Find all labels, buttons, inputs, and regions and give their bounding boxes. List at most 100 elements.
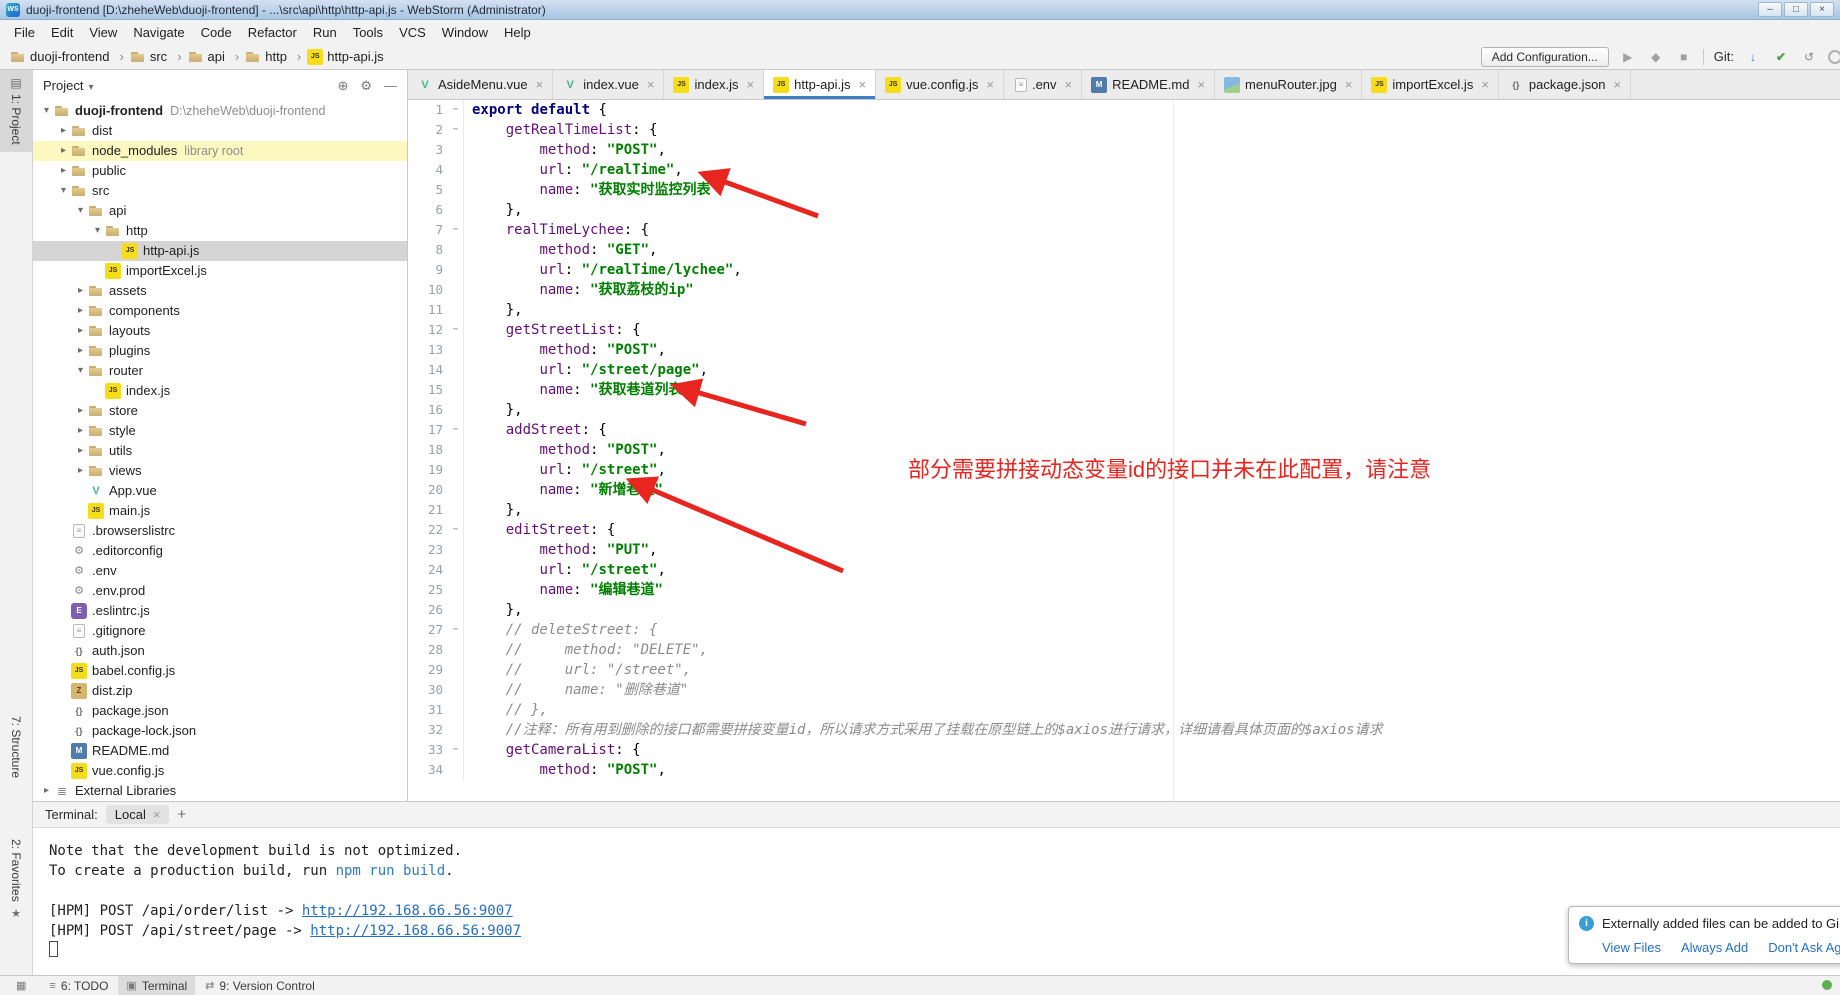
code-line-26[interactable]: 26 }, — [408, 600, 1840, 620]
code-line-30[interactable]: 30 // name: "删除巷道" — [408, 680, 1840, 700]
breadcrumb-item[interactable]: http-api.js — [305, 49, 385, 65]
tab-close-icon[interactable] — [1481, 77, 1489, 92]
tree-item-.env.prod[interactable]: .env.prod — [33, 581, 407, 601]
search-everywhere-icon[interactable] — [1828, 50, 1840, 64]
tree-item-node_modules[interactable]: node_moduleslibrary root — [33, 141, 407, 161]
notification-link[interactable]: Always Add — [1681, 940, 1748, 955]
tree-item-duoji-frontend[interactable]: duoji-frontendD:\zheheWeb\duoji-frontend — [33, 101, 407, 121]
chevron-collapsed-icon[interactable] — [56, 161, 71, 181]
tree-item-.gitignore[interactable]: .gitignore — [33, 621, 407, 641]
menu-item[interactable]: Tools — [345, 22, 391, 43]
code-line-23[interactable]: 23 method: "PUT", — [408, 540, 1840, 560]
menu-item[interactable]: Refactor — [240, 22, 305, 43]
chevron-collapsed-icon[interactable] — [73, 461, 88, 481]
chevron-collapsed-icon[interactable] — [56, 141, 71, 161]
terminal-tab-local[interactable]: Local — [106, 805, 170, 824]
fold-marker-icon[interactable]: − — [448, 620, 464, 640]
tree-item-External Libraries[interactable]: External Libraries — [33, 781, 407, 801]
chevron-collapsed-icon[interactable] — [56, 121, 71, 141]
tree-item-App.vue[interactable]: App.vue — [33, 481, 407, 501]
fold-marker-icon[interactable]: − — [448, 220, 464, 240]
code-line-22[interactable]: 22− editStreet: { — [408, 520, 1840, 540]
editor-tab[interactable]: importExcel.js — [1362, 70, 1499, 99]
breadcrumb-item[interactable]: http — [243, 49, 303, 65]
tab-close-icon[interactable] — [1614, 77, 1622, 92]
fold-marker-icon[interactable]: − — [448, 120, 464, 140]
tree-item-.editorconfig[interactable]: .editorconfig — [33, 541, 407, 561]
chevron-collapsed-icon[interactable] — [73, 401, 88, 421]
chevron-expanded-icon[interactable] — [73, 201, 88, 221]
menu-item[interactable]: Edit — [43, 22, 81, 43]
event-log-icon[interactable] — [1822, 980, 1832, 990]
tab-close-icon[interactable] — [1197, 77, 1205, 92]
code-editor[interactable]: 1−export default {2− getRealTimeList: {3… — [408, 100, 1840, 801]
editor-tab[interactable]: .env — [1004, 70, 1082, 99]
terminal-url-link[interactable]: http://192.168.66.56:9007 — [310, 923, 521, 939]
code-line-33[interactable]: 33− getCameraList: { — [408, 740, 1840, 760]
status-bar-item[interactable]: 9: Version Control — [197, 976, 323, 995]
maximize-button[interactable] — [1784, 2, 1808, 17]
chevron-collapsed-icon[interactable] — [73, 441, 88, 461]
tree-item-.env[interactable]: .env — [33, 561, 407, 581]
code-line-29[interactable]: 29 // url: "/street", — [408, 660, 1840, 680]
tree-item-src[interactable]: src — [33, 181, 407, 201]
code-line-2[interactable]: 2− getRealTimeList: { — [408, 120, 1840, 140]
terminal-tab-close-icon[interactable] — [153, 807, 161, 822]
terminal-url-link[interactable]: http://192.168.66.56:9007 — [302, 903, 513, 919]
tree-item-api[interactable]: api — [33, 201, 407, 221]
tree-item-importExcel.js[interactable]: importExcel.js — [33, 261, 407, 281]
run-icon[interactable] — [1619, 50, 1637, 64]
code-line-34[interactable]: 34 method: "POST", — [408, 760, 1840, 780]
stop-icon[interactable] — [1675, 50, 1693, 64]
chevron-expanded-icon[interactable] — [39, 101, 54, 121]
notification-link[interactable]: Don't Ask Agai — [1768, 940, 1840, 955]
tree-item-plugins[interactable]: plugins — [33, 341, 407, 361]
code-line-1[interactable]: 1−export default { — [408, 100, 1840, 120]
code-line-24[interactable]: 24 url: "/street", — [408, 560, 1840, 580]
breadcrumb-item[interactable]: src — [128, 49, 184, 65]
editor-tab[interactable]: index.js — [664, 70, 764, 99]
tree-item-http[interactable]: http — [33, 221, 407, 241]
editor-tab[interactable]: http-api.js — [764, 70, 876, 99]
status-bar-item[interactable]: 6: TODO — [41, 976, 116, 995]
chevron-collapsed-icon[interactable] — [73, 281, 88, 301]
new-terminal-session-icon[interactable] — [177, 806, 186, 823]
code-line-17[interactable]: 17− addStreet: { — [408, 420, 1840, 440]
tree-item-package-lock.json[interactable]: package-lock.json — [33, 721, 407, 741]
code-line-8[interactable]: 8 method: "GET", — [408, 240, 1840, 260]
git-update-icon[interactable] — [1744, 50, 1762, 64]
code-line-32[interactable]: 32 //注释：所有用到删除的接口都需要拼接变量id，所以请求方式采用了挂载在原… — [408, 720, 1840, 740]
code-line-7[interactable]: 7− realTimeLychee: { — [408, 220, 1840, 240]
breadcrumb-item[interactable]: duoji-frontend — [8, 49, 126, 65]
code-line-27[interactable]: 27− // deleteStreet: { — [408, 620, 1840, 640]
fold-marker-icon[interactable]: − — [448, 420, 464, 440]
tree-item-README.md[interactable]: README.md — [33, 741, 407, 761]
tree-item-dist[interactable]: dist — [33, 121, 407, 141]
code-line-3[interactable]: 3 method: "POST", — [408, 140, 1840, 160]
project-view-selector[interactable]: Project — [43, 78, 94, 93]
editor-tab[interactable]: menuRouter.jpg — [1215, 70, 1362, 99]
minimize-button[interactable] — [1758, 2, 1782, 17]
editor-tab[interactable]: package.json — [1499, 70, 1631, 99]
code-line-13[interactable]: 13 method: "POST", — [408, 340, 1840, 360]
git-revert-icon[interactable] — [1800, 50, 1818, 64]
status-bar-item[interactable] — [8, 976, 39, 995]
code-line-15[interactable]: 15 name: "获取巷道列表" — [408, 380, 1840, 400]
tree-item-style[interactable]: style — [33, 421, 407, 441]
tree-item-layouts[interactable]: layouts — [33, 321, 407, 341]
tab-close-icon[interactable] — [747, 77, 755, 92]
code-line-16[interactable]: 16 }, — [408, 400, 1840, 420]
editor-tab[interactable]: index.vue — [553, 70, 664, 99]
tree-item-.browserslistrc[interactable]: .browserslistrc — [33, 521, 407, 541]
close-button[interactable] — [1810, 2, 1834, 17]
code-line-25[interactable]: 25 name: "编辑巷道" — [408, 580, 1840, 600]
tree-item-http-api.js[interactable]: http-api.js — [33, 241, 407, 261]
tree-item-main.js[interactable]: main.js — [33, 501, 407, 521]
menu-item[interactable]: VCS — [391, 22, 434, 43]
tree-item-.eslintrc.js[interactable]: .eslintrc.js — [33, 601, 407, 621]
locate-file-icon[interactable] — [337, 78, 348, 94]
fold-marker-icon[interactable]: − — [448, 740, 464, 760]
chevron-expanded-icon[interactable] — [73, 361, 88, 381]
tool-window-button[interactable]: 7: Structure — [0, 709, 32, 790]
add-configuration-button[interactable]: Add Configuration... — [1481, 47, 1609, 67]
